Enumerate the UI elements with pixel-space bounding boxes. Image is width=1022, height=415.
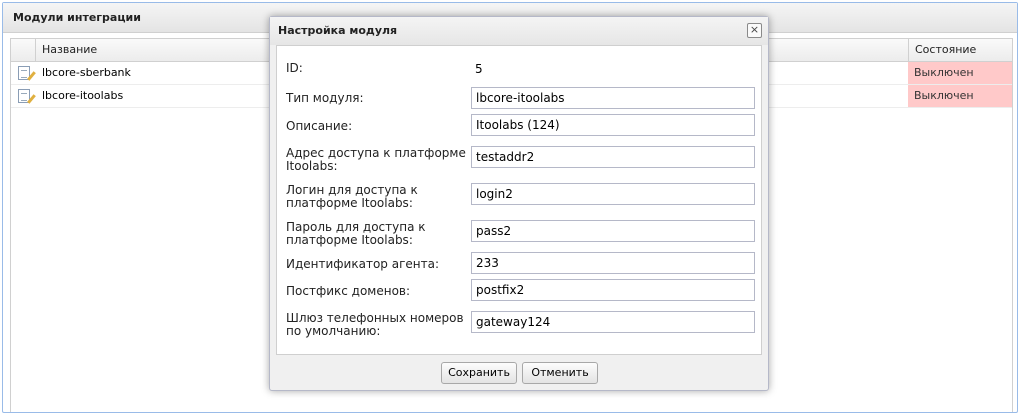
login-field[interactable]: login2 bbox=[471, 183, 755, 205]
password-label: Пароль для доступа к платформе Itoolabs: bbox=[286, 220, 426, 247]
save-button[interactable]: Сохранить bbox=[441, 362, 517, 384]
dialog-form: ID: 5 Тип модуля: lbcore-itoolabs Описан… bbox=[276, 45, 762, 355]
address-label: Адрес доступа к платформе Itoolabs: bbox=[286, 146, 466, 173]
id-value: 5 bbox=[475, 62, 483, 76]
dialog-title[interactable]: Настройка модуля bbox=[270, 17, 768, 45]
agent-id-field[interactable]: 233 bbox=[471, 252, 755, 274]
login-label: Логин для доступа к платформе Itoolabs: bbox=[286, 183, 418, 210]
close-icon[interactable]: × bbox=[747, 23, 762, 38]
icon-column-header bbox=[11, 39, 36, 61]
edit-icon[interactable] bbox=[11, 62, 36, 84]
status-badge: Выключен bbox=[908, 62, 1012, 84]
id-label: ID: bbox=[286, 61, 303, 75]
edit-icon[interactable] bbox=[11, 85, 36, 107]
domain-postfix-field[interactable]: postfix2 bbox=[471, 279, 755, 301]
description-label: Описание: bbox=[286, 119, 353, 133]
dialog-footer: Сохранить Отменить bbox=[270, 354, 768, 390]
module-settings-dialog: Настройка модуля × ID: 5 Тип модуля: lbc… bbox=[269, 16, 769, 391]
cancel-button[interactable]: Отменить bbox=[522, 362, 598, 384]
domain-postfix-label: Постфикс доменов: bbox=[286, 284, 411, 298]
gateway-field[interactable]: gateway124 bbox=[471, 311, 755, 333]
password-field[interactable]: pass2 bbox=[471, 220, 755, 242]
gateway-label: Шлюз телефонных номеров по умолчанию: bbox=[286, 311, 464, 338]
status-badge: Выключен bbox=[908, 85, 1012, 107]
description-field[interactable]: Itoolabs (124) bbox=[471, 114, 755, 136]
address-field[interactable]: testaddr2 bbox=[471, 146, 755, 168]
module-type-field[interactable]: lbcore-itoolabs bbox=[471, 87, 755, 109]
agent-id-label: Идентификатор агента: bbox=[286, 257, 439, 271]
module-type-label: Тип модуля: bbox=[286, 91, 364, 105]
state-column-header[interactable]: Состояние bbox=[908, 39, 1012, 61]
